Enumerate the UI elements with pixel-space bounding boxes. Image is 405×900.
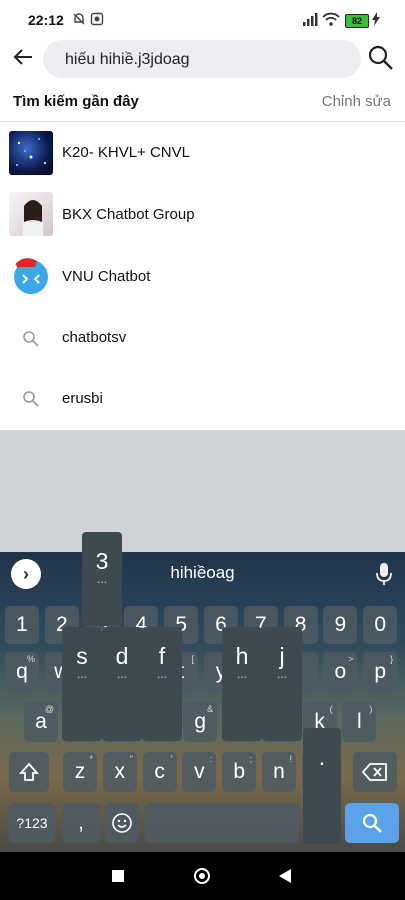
search-icon[interactable] [367,44,397,74]
key-o[interactable]: o > [323,652,358,692]
key-preview-popup: j... [262,627,302,741]
recent-item-label: chatbotsv [62,329,127,346]
screen-record-icon [90,12,104,29]
shift-icon [9,752,49,792]
key-q[interactable]: q% [5,652,39,692]
shift-key[interactable] [9,752,49,792]
navigation-bar [0,852,405,900]
emoji-icon [105,803,139,843]
key-preview-popup: h... [222,627,262,741]
search-icon [345,803,399,843]
recent-item-label: erusbi [62,390,103,407]
key-x[interactable]: x " [102,752,137,792]
key-preview-popup: f... [142,627,182,741]
back-triangle-icon[interactable] [278,868,292,889]
chatbot-avatar [9,253,53,297]
key-preview-popup: . [303,728,341,844]
recent-item[interactable]: VNU Chatbot [0,246,405,308]
edit-button[interactable]: Chỉnh sửa [322,93,391,110]
recent-item-label: VNU Chatbot [62,268,151,285]
key-preview-popup: 3... [82,532,122,626]
key-9[interactable]: 9 [323,606,358,644]
recent-searches-title: Tìm kiếm gần đây [13,93,139,110]
emoji-key[interactable] [105,803,139,843]
key-a[interactable]: a @ [24,702,58,742]
recent-item-label: K20- KHVL+ CNVL [62,144,190,161]
charging-icon [372,12,380,29]
key-v[interactable]: v: [182,752,217,792]
key-c[interactable]: c ' [142,752,177,792]
recent-item-label: BKX Chatbot Group [62,206,195,223]
group-thumbnail [9,192,53,236]
symbols-key[interactable]: ?123 [9,803,55,843]
key-g[interactable]: g & [183,702,218,742]
key-1[interactable]: 1 [5,606,39,644]
search-input[interactable] [63,40,357,80]
status-bar: 22:12 82 [0,0,405,40]
battery-indicator: 82 [345,14,369,28]
recent-item[interactable]: BKX Chatbot Group [0,184,405,246]
comma-key[interactable]: , [62,803,100,843]
signal-icon [302,13,318,29]
microphone-icon[interactable] [374,562,394,586]
status-time: 22:12 [28,12,64,28]
wifi-icon [322,12,340,29]
key-preview-popup: s... [62,627,102,741]
home-circle-icon[interactable] [193,867,211,890]
back-arrow-icon[interactable] [10,46,36,72]
search-icon [22,330,40,348]
key-n[interactable]: n! [262,752,296,792]
dimmed-overlay [0,430,405,552]
key-0[interactable]: 0 [363,606,398,644]
recent-item[interactable]: chatbotsv [0,308,405,370]
recent-item[interactable]: K20- KHVL+ CNVL [0,122,405,184]
search-field-container[interactable] [43,40,361,80]
key-l[interactable]: l) [342,702,377,742]
backspace-icon [353,752,397,792]
search-key[interactable] [345,803,399,843]
group-thumbnail [9,131,53,175]
key-p[interactable]: p} [363,652,398,692]
key-preview-popup: d... [102,627,142,741]
key-b[interactable]: b; [222,752,257,792]
search-icon [22,390,40,408]
space-key[interactable] [145,803,299,843]
bell-muted-icon [72,12,86,29]
key-z[interactable]: z * [63,752,97,792]
recents-square-icon[interactable] [112,870,124,882]
recent-item[interactable]: erusbi [0,370,405,432]
backspace-key[interactable] [353,752,397,792]
suggestion-word[interactable]: hihiềoag [0,563,405,583]
